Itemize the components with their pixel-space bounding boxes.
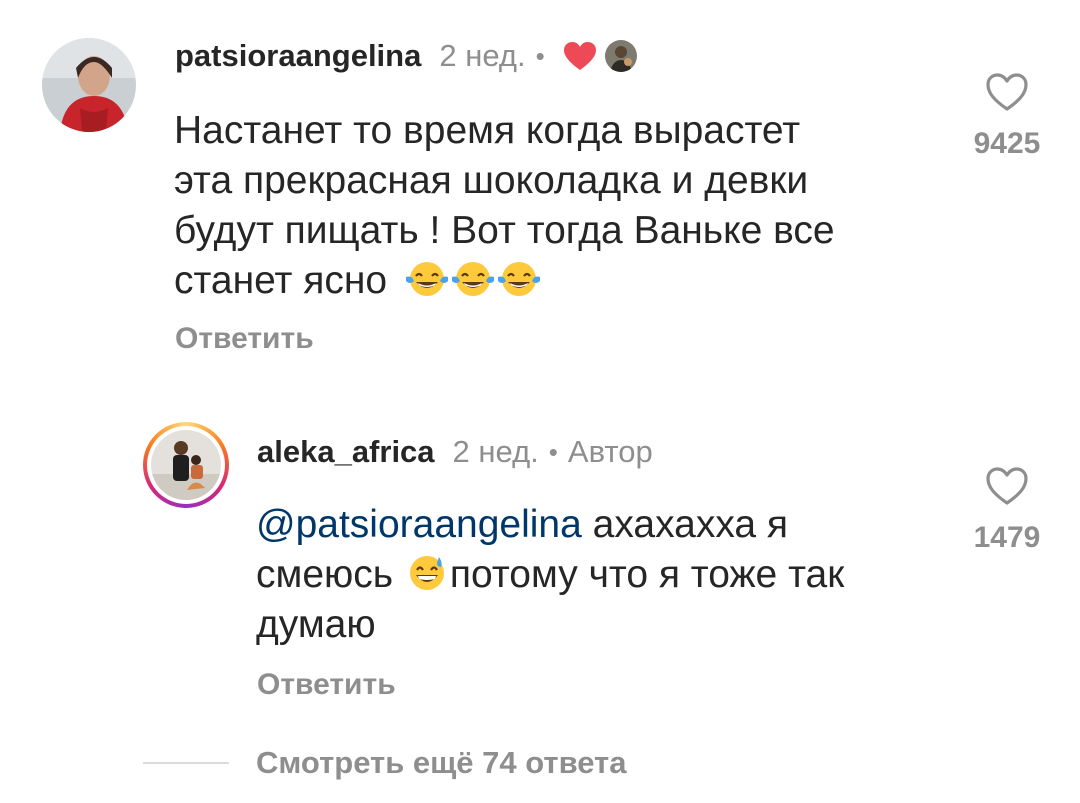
liked-by-author-avatar-icon [604,40,637,72]
comment-text-line-last: станет ясно [174,256,914,306]
face-with-tears-of-joy-icon [404,259,450,299]
comment-text-segment: смеюсь [256,553,404,596]
username[interactable]: aleka_africa [257,434,435,470]
comment-text-line: думаю [256,603,376,646]
mention-link[interactable]: @patsioraangelina [256,503,582,546]
like-column: 1479 [957,466,1057,555]
username[interactable]: patsioraangelina [175,38,421,74]
grinning-face-with-sweat-icon [404,553,450,593]
like-count: 9425 [973,127,1041,160]
comment-text-line: станет ясно [174,259,388,302]
comment-text-segment: ахахахха я [581,503,789,546]
timestamp: 2 нед. [439,38,526,73]
timestamp: 2 нед. [452,434,539,469]
comment-text-segment: потому что я тоже так [449,553,845,596]
view-more-replies[interactable]: Смотреть ещё 74 ответа [143,745,626,781]
separator-dot: • [548,436,558,467]
comment-text: Настанет то время когда вырастет эта пре… [174,106,914,306]
view-more-divider [143,762,229,764]
comment-meta: patsioraangelina 2 нед. • [175,38,637,74]
comment-meta: aleka_africa 2 нед. • Автор [257,434,653,470]
reply-button[interactable]: Ответить [175,322,314,356]
comment-text-line: эта прекрасная шоколадка и девки [174,159,809,202]
heart-outline-icon[interactable] [985,72,1029,112]
comment-text-line: @patsioraangelina ахахахха я [256,500,936,550]
avatar-story-ring[interactable] [143,422,229,508]
separator-dot: • [535,40,545,71]
comment-text-line: будут пищать ! Вот тогда Ваньке все [174,209,835,252]
avatar [151,430,221,500]
comment-text-line: смеюсь потому что я тоже так [256,550,936,600]
comment-text-line: Настанет то время когда вырастет [174,109,801,152]
comment-text: @patsioraangelina ахахахха я смеюсь пото… [256,500,936,650]
view-more-replies-label[interactable]: Смотреть ещё 74 ответа [256,745,626,781]
face-with-tears-of-joy-icon [496,259,542,299]
reply-button[interactable]: Ответить [257,668,396,702]
avatar[interactable] [42,38,136,132]
author-badge: Автор [567,434,653,469]
heart-filled-red-icon [563,41,597,71]
face-with-tears-of-joy-icon [450,259,496,299]
like-column: 9425 [957,72,1057,161]
like-count: 1479 [973,521,1041,554]
heart-outline-icon[interactable] [985,466,1029,506]
